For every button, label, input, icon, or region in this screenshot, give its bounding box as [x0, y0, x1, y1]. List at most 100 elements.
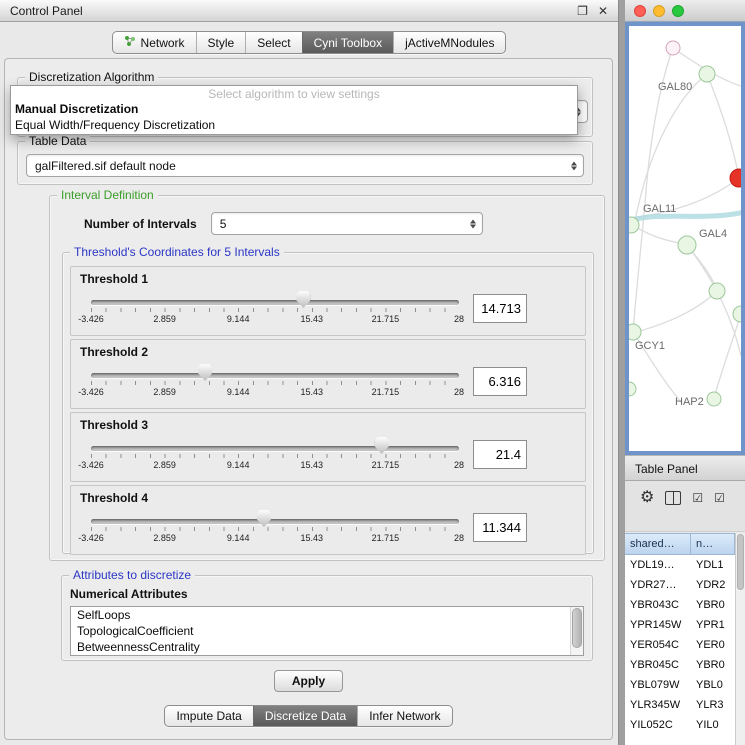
network-window-titlebar — [625, 0, 745, 22]
list-item-topologicalcoefficient[interactable]: TopologicalCoefficient — [71, 623, 583, 639]
scale-tick-label: 9.144 — [227, 387, 250, 397]
tab-cyni-toolbox[interactable]: Cyni Toolbox — [302, 32, 393, 53]
network-node[interactable] — [733, 306, 741, 322]
threshold-value-field[interactable]: 6.316 — [473, 367, 527, 396]
tab-label: Network — [141, 36, 185, 50]
combo-stepper-icon — [470, 219, 476, 228]
threshold-value-field[interactable]: 11.344 — [473, 513, 527, 542]
tab-jactivemnodules[interactable]: jActiveMNodules — [393, 32, 505, 53]
table-row[interactable]: YBR043CYBR0 — [625, 595, 735, 615]
zoom-traffic-light-icon[interactable] — [672, 5, 684, 17]
close-icon[interactable]: ✕ — [598, 4, 608, 18]
table-scrollbar[interactable] — [735, 533, 745, 745]
table-row[interactable]: YLR345WYLR3 — [625, 695, 735, 715]
gear-icon[interactable]: ⚙ — [640, 490, 654, 506]
table-data-combobox[interactable]: galFiltered.sif default node — [26, 154, 584, 177]
minimize-traffic-light-icon[interactable] — [653, 5, 665, 17]
list-item-selfloops[interactable]: SelfLoops — [71, 607, 583, 623]
cell[interactable]: YPR145W — [625, 615, 691, 635]
node-label: GAL80 — [658, 81, 692, 93]
table-row[interactable]: YER054CYER0 — [625, 635, 735, 655]
slider-track[interactable] — [91, 519, 459, 524]
columns-icon[interactable] — [665, 491, 681, 505]
table-row[interactable]: YDL19…YDL1 — [625, 555, 735, 575]
cell[interactable]: YBR043C — [625, 595, 691, 615]
cell[interactable]: YER0 — [691, 635, 735, 655]
threshold-value-field[interactable]: 14.713 — [473, 294, 527, 323]
cell[interactable]: YLR345W — [625, 695, 691, 715]
dropdown-option-equal-width-frequency[interactable]: Equal Width/Frequency Discretization — [11, 117, 577, 133]
network-node[interactable] — [629, 382, 636, 396]
cell[interactable]: YDL19… — [625, 555, 691, 575]
network-node[interactable] — [699, 66, 715, 82]
scrollbar-thumb[interactable] — [737, 534, 744, 590]
tab-network[interactable]: Network — [113, 32, 196, 53]
cell[interactable]: YDR27… — [625, 575, 691, 595]
cell[interactable]: YBR0 — [691, 595, 735, 615]
scale-tick-label: 21.715 — [372, 314, 400, 324]
tab-label: Discretize Data — [265, 709, 346, 723]
cell[interactable]: YBL079W — [625, 675, 691, 695]
number-of-intervals-combobox[interactable]: 5 — [211, 212, 483, 235]
table-row[interactable]: YPR145WYPR1 — [625, 615, 735, 635]
scale-tick-label: 15.43 — [301, 533, 324, 543]
tab-style[interactable]: Style — [196, 32, 246, 53]
list-item-betweennesscentrality[interactable]: BetweennessCentrality — [71, 639, 583, 655]
interval-definition-group: Interval Definition Number of Intervals … — [49, 195, 605, 561]
network-node[interactable] — [709, 283, 725, 299]
network-canvas[interactable]: GAL80 GAL11 GAL4 GCY1 HAP2 — [629, 26, 741, 451]
slider-track[interactable] — [91, 373, 459, 378]
network-node[interactable] — [678, 236, 696, 254]
network-node[interactable] — [707, 392, 721, 406]
tab-label: Select — [257, 36, 290, 50]
table-row[interactable]: YBR045CYBR0 — [625, 655, 735, 675]
table-row[interactable]: YDR27…YDR2 — [625, 575, 735, 595]
cell[interactable]: YBR045C — [625, 655, 691, 675]
threshold-slider-thumb[interactable] — [296, 291, 310, 308]
scale-tick-label: -3.426 — [78, 314, 104, 324]
scrollbar-thumb[interactable] — [572, 608, 582, 648]
threshold-slider-thumb[interactable] — [198, 364, 212, 381]
cell[interactable]: YER054C — [625, 635, 691, 655]
float-window-icon[interactable]: ❐ — [577, 4, 588, 18]
apply-button[interactable]: Apply — [274, 670, 343, 692]
checkbox-icon[interactable]: ☑ — [692, 491, 703, 505]
threshold-slider-thumb[interactable] — [375, 437, 389, 454]
cell[interactable]: YBR0 — [691, 655, 735, 675]
cell[interactable]: YIL0 — [691, 715, 735, 735]
table-row[interactable]: YBL079WYBL0 — [625, 675, 735, 695]
cell[interactable]: YBL0 — [691, 675, 735, 695]
scale-tick-label: 15.43 — [301, 314, 324, 324]
column-header-shared-name[interactable]: shared… — [625, 533, 691, 555]
numerical-attributes-list: SelfLoops TopologicalCoefficient Between… — [70, 606, 584, 656]
dropdown-option-manual-discretization[interactable]: Manual Discretization — [11, 101, 577, 117]
table-header-row: shared… n… — [625, 533, 735, 555]
tab-discretize-data[interactable]: Discretize Data — [253, 706, 357, 726]
cell[interactable]: YIL052C — [625, 715, 691, 735]
group-label: Threshold's Coordinates for 5 Intervals — [70, 245, 284, 260]
threshold-slider-thumb[interactable] — [257, 510, 271, 527]
column-header-name[interactable]: n… — [691, 533, 735, 555]
network-node[interactable] — [666, 41, 680, 55]
tab-infer-network[interactable]: Infer Network — [357, 706, 451, 726]
screen: Control Panel ❐ ✕ Network — [0, 0, 745, 745]
scale-tick-label: 28 — [454, 387, 464, 397]
cell[interactable]: YPR1 — [691, 615, 735, 635]
tab-impute-data[interactable]: Impute Data — [165, 706, 252, 726]
cell[interactable]: YLR3 — [691, 695, 735, 715]
slider-track[interactable] — [91, 300, 459, 305]
threshold-value-field[interactable]: 21.4 — [473, 440, 527, 469]
slider-track[interactable] — [91, 446, 459, 451]
slider-scale: -3.426 2.859 9.144 15.43 21.715 28 — [91, 314, 459, 325]
network-view-window: GAL80 GAL11 GAL4 GCY1 HAP2 — [625, 0, 745, 455]
checkbox-icon[interactable]: ☑ — [714, 491, 725, 505]
table-row[interactable]: YIL052CYIL0 — [625, 715, 735, 735]
network-node-selected[interactable] — [730, 169, 741, 187]
threshold-slider: -3.426 2.859 9.144 15.43 21.715 28 — [91, 360, 459, 402]
tab-select[interactable]: Select — [245, 32, 301, 53]
network-node[interactable] — [629, 324, 641, 340]
cell[interactable]: YDR2 — [691, 575, 735, 595]
list-scrollbar[interactable] — [570, 607, 583, 655]
close-traffic-light-icon[interactable] — [634, 5, 646, 17]
cell[interactable]: YDL1 — [691, 555, 735, 575]
